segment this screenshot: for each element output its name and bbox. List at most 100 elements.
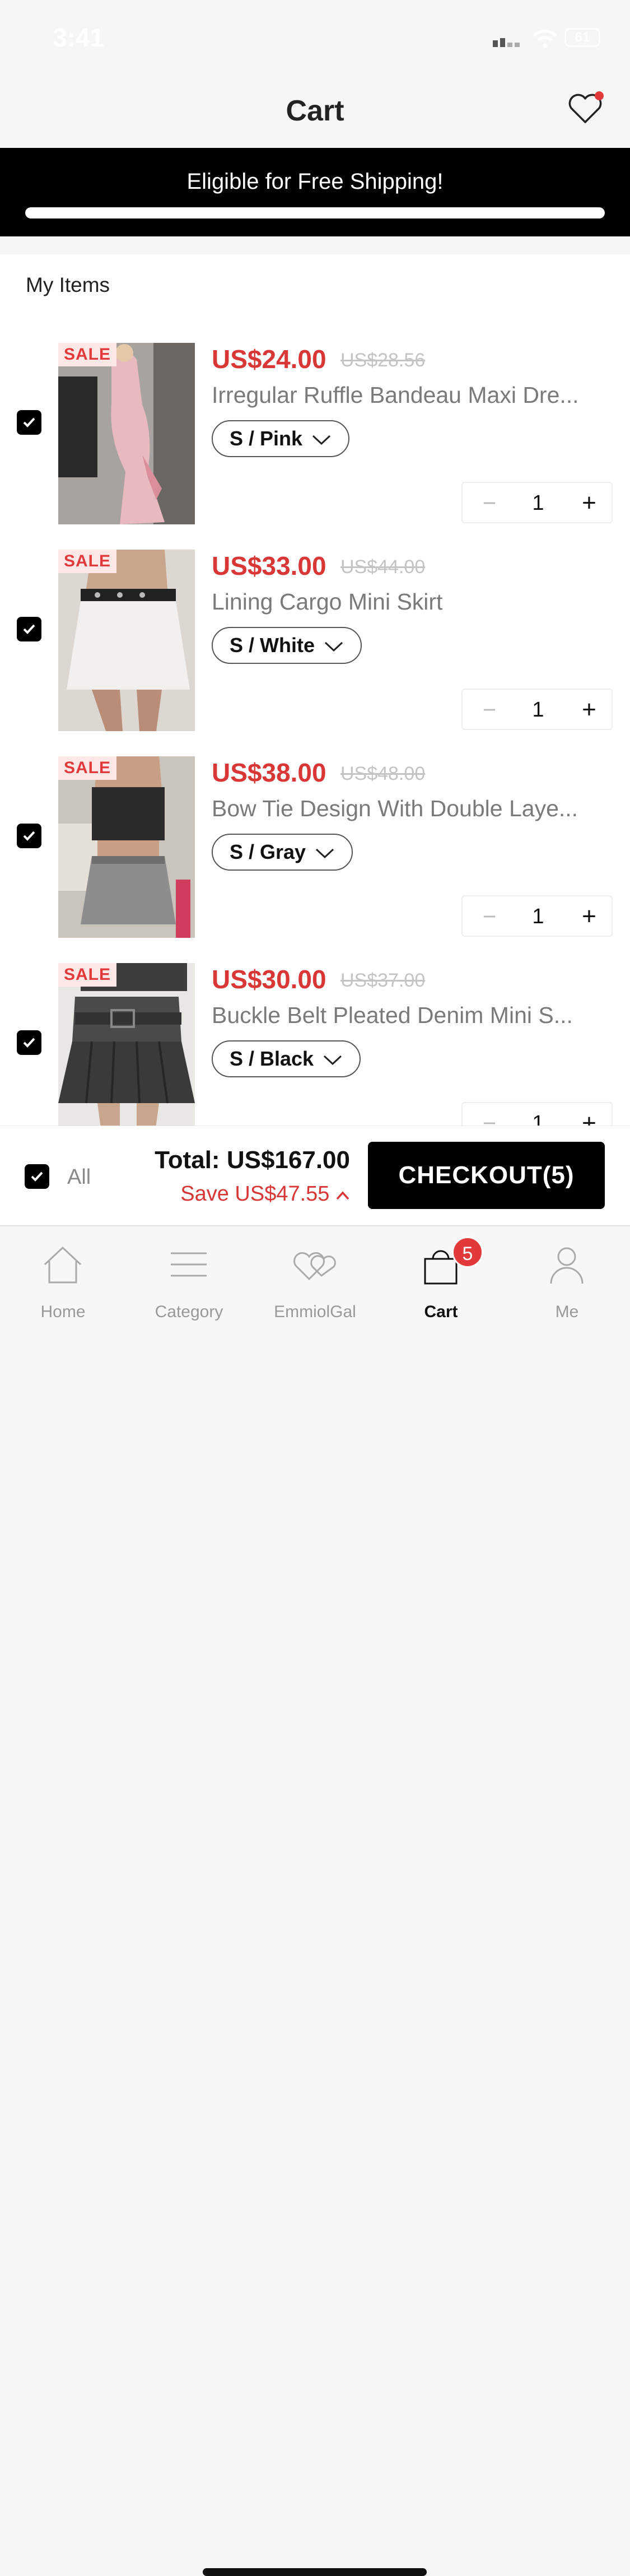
chevron-down-icon	[312, 435, 331, 445]
free-shipping-banner: Eligible for Free Shipping!	[0, 148, 630, 236]
decrease-quantity-button[interactable]: −	[473, 1106, 506, 1126]
quantity-value: 1	[532, 698, 544, 722]
status-time: 3:41	[53, 23, 105, 52]
save-value: US$47.55	[235, 1182, 330, 1206]
notification-dot	[595, 91, 604, 100]
item-checkbox[interactable]	[17, 617, 41, 641]
item-price: US$24.00	[212, 345, 326, 374]
battery-icon: 61	[564, 28, 600, 47]
item-checkbox[interactable]	[17, 824, 41, 848]
item-price: US$33.00	[212, 551, 326, 580]
sale-badge: SALE	[58, 343, 117, 366]
item-original-price: US$37.00	[340, 970, 426, 991]
quantity-value: 1	[532, 491, 544, 515]
increase-quantity-button[interactable]: +	[572, 1106, 606, 1126]
decrease-quantity-button[interactable]: −	[473, 693, 506, 727]
shipping-progress-bar	[25, 207, 605, 218]
item-name[interactable]: Buckle Belt Pleated Denim Mini S...	[212, 1002, 604, 1029]
checkmark-icon	[23, 417, 35, 427]
quantity-stepper: − 1 +	[461, 1102, 613, 1126]
increase-quantity-button[interactable]: +	[572, 486, 606, 520]
product-image[interactable]: SALE	[58, 963, 195, 1126]
cart-item: SALE US$30.00 US$37.00 Buckle Belt Pleat…	[0, 963, 630, 1126]
checkout-bar: All Total: US$167.00 Save US$47.55 CHECK…	[0, 1126, 630, 1226]
sale-badge: SALE	[58, 756, 117, 780]
header: Cart	[0, 73, 630, 148]
sale-badge: SALE	[58, 550, 117, 573]
select-all-checkbox[interactable]	[25, 1164, 49, 1189]
variant-label: S / Pink	[230, 427, 303, 450]
tab-cart[interactable]: 5 Cart	[378, 1236, 504, 1326]
home-icon	[44, 1246, 82, 1284]
product-image[interactable]: SALE	[58, 550, 195, 731]
quantity-stepper: − 1 +	[461, 482, 613, 523]
signal-icon	[493, 38, 520, 47]
tab-label: Cart	[424, 1303, 458, 1321]
tab-label: EmmiolGal	[274, 1303, 356, 1321]
chevron-down-icon	[324, 642, 343, 652]
quantity-stepper: − 1 +	[461, 689, 613, 730]
item-checkbox[interactable]	[17, 410, 41, 435]
quantity-value: 1	[532, 905, 544, 928]
free-shipping-message: Eligible for Free Shipping!	[186, 169, 444, 194]
page-title: Cart	[286, 95, 344, 127]
variant-label: S / Black	[230, 1047, 314, 1070]
variant-selector[interactable]: S / Black	[212, 1040, 361, 1077]
item-name[interactable]: Lining Cargo Mini Skirt	[212, 589, 604, 615]
cart-item: SALE US$33.00 US$44.00 Lining Cargo Mini…	[0, 550, 630, 756]
savings-summary[interactable]: Save US$47.55	[180, 1182, 350, 1206]
tab-label: Category	[155, 1303, 223, 1321]
wishlist-button[interactable]	[566, 90, 605, 129]
variant-selector[interactable]: S / White	[212, 627, 362, 664]
item-price: US$38.00	[212, 758, 326, 787]
chevron-down-icon	[316, 849, 334, 859]
home-indicator	[203, 2568, 427, 2576]
tab-label: Me	[555, 1303, 579, 1321]
hearts-icon	[293, 1252, 336, 1281]
cart-item: SALE US$38.00 US$48.00 Bow Tie Design Wi…	[0, 756, 630, 963]
product-image[interactable]: SALE	[58, 756, 195, 938]
section-title: My Items	[26, 273, 110, 296]
variant-selector[interactable]: S / Gray	[212, 834, 353, 871]
item-original-price: US$48.00	[340, 763, 426, 784]
increase-quantity-button[interactable]: +	[572, 693, 606, 727]
tab-label: Home	[40, 1303, 86, 1321]
product-image[interactable]: SALE	[58, 343, 195, 524]
status-bar: 3:41 61	[0, 0, 630, 73]
item-original-price: US$28.56	[340, 350, 426, 371]
quantity-value: 1	[532, 1112, 544, 1126]
item-name[interactable]: Bow Tie Design With Double Laye...	[212, 796, 604, 822]
total-label: Total:	[155, 1146, 220, 1174]
cart-items-list[interactable]: My Items SALE US$24.00 US$28.56 Irregula…	[0, 254, 630, 1126]
tab-home[interactable]: Home	[0, 1236, 126, 1326]
variant-label: S / White	[230, 634, 315, 657]
variant-selector[interactable]: S / Pink	[212, 420, 350, 457]
chevron-down-icon	[324, 1055, 342, 1066]
order-total: Total: US$167.00	[155, 1146, 350, 1174]
chevron-up-icon	[336, 1191, 349, 1200]
checkmark-icon	[23, 831, 35, 841]
checkmark-icon	[23, 624, 35, 634]
cart-item: SALE US$24.00 US$28.56 Irregular Ruffle …	[0, 343, 630, 550]
shipping-progress-fill	[25, 207, 605, 218]
variant-label: S / Gray	[230, 840, 306, 863]
decrease-quantity-button[interactable]: −	[473, 486, 506, 520]
tab-category[interactable]: Category	[126, 1236, 252, 1326]
checkmark-icon	[31, 1171, 43, 1182]
item-name[interactable]: Irregular Ruffle Bandeau Maxi Dre...	[212, 382, 604, 408]
person-icon	[550, 1247, 584, 1284]
item-price: US$30.00	[212, 965, 326, 994]
category-icon	[171, 1252, 207, 1277]
item-checkbox[interactable]	[17, 1030, 41, 1055]
decrease-quantity-button[interactable]: −	[473, 900, 506, 933]
tab-me[interactable]: Me	[504, 1236, 630, 1326]
tab-bar: Home Category EmmiolGal 5 Cart Me	[0, 1225, 630, 2576]
sale-badge: SALE	[58, 963, 117, 987]
save-label: Save	[180, 1182, 229, 1206]
item-original-price: US$44.00	[340, 556, 426, 578]
increase-quantity-button[interactable]: +	[572, 900, 606, 933]
select-all-label: All	[67, 1165, 91, 1189]
quantity-stepper: − 1 +	[461, 895, 613, 937]
tab-emmiolgal[interactable]: EmmiolGal	[252, 1236, 378, 1326]
checkout-button[interactable]: CHECKOUT(5)	[368, 1142, 605, 1209]
